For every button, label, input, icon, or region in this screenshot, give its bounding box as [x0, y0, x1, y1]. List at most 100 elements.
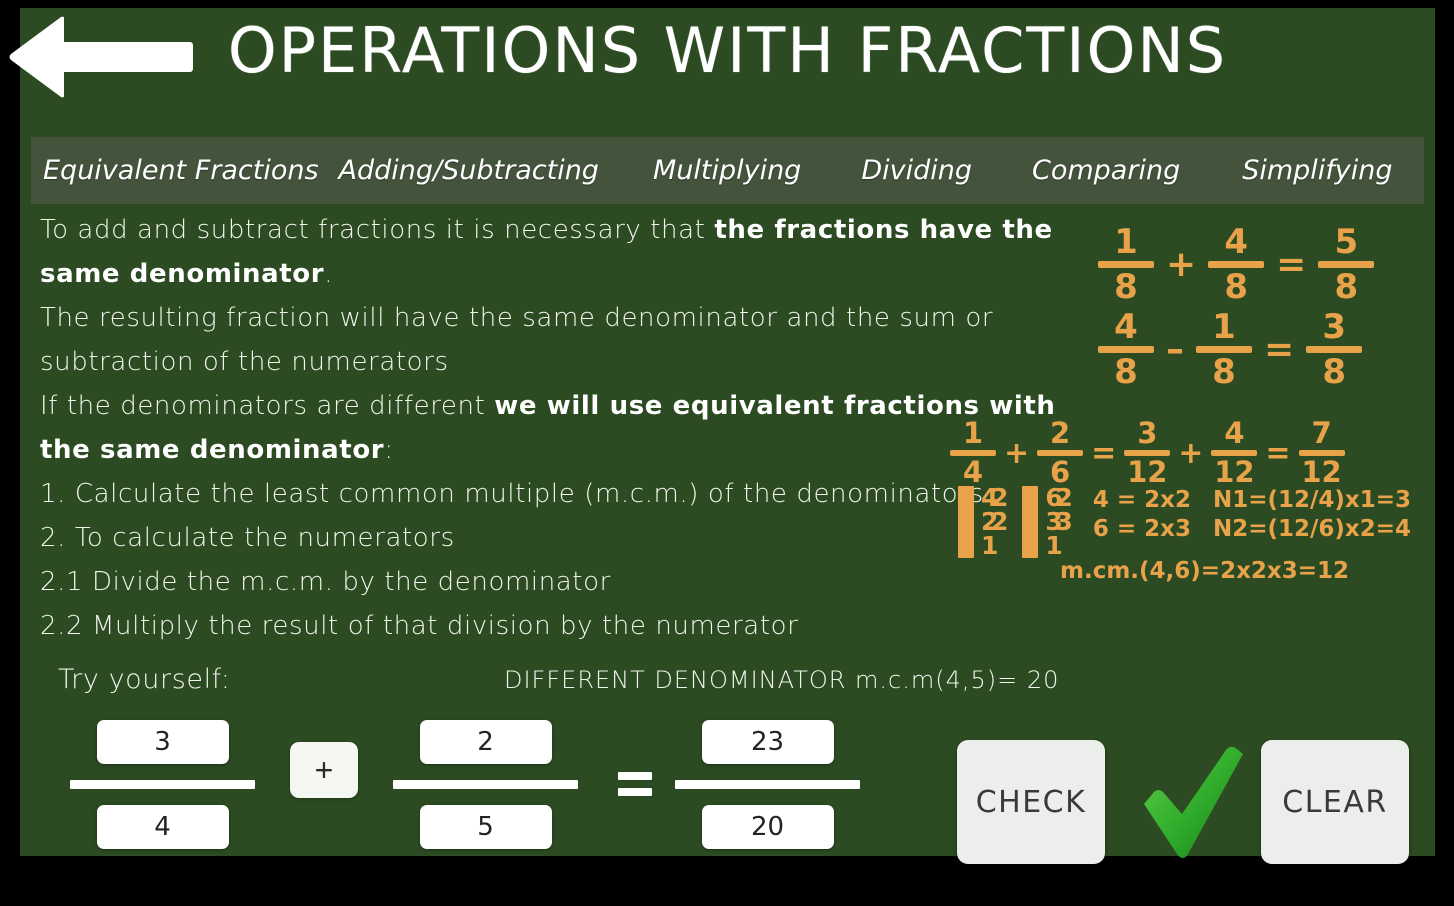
lesson-text: To add and subtract fractions it is nece…: [40, 208, 1090, 648]
equals-operator-2: =: [1265, 435, 1291, 471]
denominator: 8: [1224, 267, 1248, 307]
numerator: 4: [1224, 222, 1248, 262]
numerator: 5: [1334, 222, 1359, 262]
denominator: 12: [1127, 455, 1168, 489]
numerator: 1: [962, 416, 984, 450]
factor-of-4: 4 = 2x2: [1092, 487, 1191, 513]
tab-adding-subtracting[interactable]: Adding/Subtracting: [337, 151, 601, 190]
tab-simplifying[interactable]: Simplifying: [1240, 151, 1394, 190]
lesson-line-3-end: :: [384, 435, 394, 465]
header: OPERATIONS WITH FRACTIONS: [9, 8, 1435, 136]
example-subtraction-row: 4 8 – 1 8 = 3 8: [1098, 307, 1448, 392]
denominator-input-1[interactable]: [96, 805, 229, 849]
tab-dividing[interactable]: Dividing: [859, 151, 974, 190]
tab-comparing[interactable]: Comparing: [1030, 151, 1182, 190]
fraction-3-8: 3 8: [1306, 307, 1363, 392]
equals-bar-top: [618, 772, 652, 780]
factor-of-6: 6 = 2x3: [1092, 516, 1191, 542]
numerator-formulas: N1=(12/4)x1=3 N2=(12/6)x2=4: [1213, 486, 1411, 544]
numerator: 2: [1050, 416, 1071, 450]
numerator-input-1[interactable]: [96, 720, 229, 764]
numerator: 4: [1224, 416, 1245, 450]
factorization-work: 4 2 2 2 1 6 2 3 3 1 4 = 2x2 6 = 2x3 N1=(…: [958, 485, 1411, 558]
factor-expressions: 4 = 2x2 6 = 2x3: [1093, 486, 1191, 544]
example-addition-row: 1 8 + 4 8 = 5 8: [1098, 222, 1448, 307]
denominator: 8: [1114, 267, 1138, 307]
numerator-input-2[interactable]: [419, 720, 552, 764]
fraction-7-12: 7 12: [1298, 416, 1345, 489]
fraction-bar: [675, 780, 860, 789]
page-title: OPERATIONS WITH FRACTIONS: [227, 14, 1228, 87]
fraction-2-6: 2 6: [1037, 416, 1084, 489]
equals-sign-icon: [618, 772, 652, 804]
denominator-input-2[interactable]: [419, 805, 552, 849]
ladder-cell: [991, 534, 1008, 558]
chalkboard: OPERATIONS WITH FRACTIONS Equivalent Fra…: [9, 8, 1435, 864]
lesson-line-1: To add and subtract fractions it is nece…: [40, 208, 1090, 296]
lesson-line-3-plain: If the denominators are different: [40, 391, 495, 421]
numerator: 3: [1322, 307, 1346, 347]
factor-ladder-4: 4 2 2 2 1: [958, 485, 1008, 558]
lesson-step-1: 1. Calculate the least common multiple (…: [40, 479, 993, 509]
operator-button-plus[interactable]: +: [290, 742, 358, 798]
tab-multiplying[interactable]: Multiplying: [651, 151, 803, 190]
fraction-input-1: [70, 720, 255, 849]
numerator-input-result[interactable]: [701, 720, 834, 764]
lesson-line-1-end: .: [324, 259, 334, 289]
screen-frame: OPERATIONS WITH FRACTIONS Equivalent Fra…: [0, 0, 1454, 906]
plus-operator: +: [1004, 435, 1030, 471]
denominator-input-result[interactable]: [701, 805, 834, 849]
lesson-step-2-1: 2.1 Divide the m.c.m. by the denominator: [40, 567, 611, 597]
denominator: 8: [1212, 352, 1236, 392]
equals-operator-1: =: [1091, 435, 1117, 471]
lesson-step-2-2: 2.2 Multiply the result of that division…: [40, 611, 799, 641]
example-different-denominator: 1 4 + 2 6 = 3 12 + 4 12 = 7 12: [950, 416, 1450, 489]
try-yourself-label: Try yourself:: [58, 664, 231, 695]
check-button[interactable]: CHECK: [957, 740, 1105, 864]
ladder-cell: [1055, 534, 1072, 558]
numerator: 1: [1212, 307, 1236, 347]
correct-checkmark-icon: [1144, 746, 1243, 858]
lesson-line-1-plain: To add and subtract fractions it is nece…: [40, 215, 715, 245]
example-same-denominator: 1 8 + 4 8 = 5 8 4 8 – 1 8 = 3 8: [1098, 222, 1448, 396]
numerator: 7: [1311, 416, 1332, 450]
plus-operator: +: [1166, 244, 1197, 285]
formula-n2: N2=(12/6)x2=4: [1212, 516, 1412, 542]
mcm-result: m.cm.(4,6)=2x2x3=12: [1060, 558, 1350, 584]
fraction-5-8: 5 8: [1318, 222, 1375, 307]
numerator: 3: [1137, 416, 1158, 450]
lesson-line-2: The resulting fraction will have the sam…: [40, 303, 994, 377]
fraction-4-12: 4 12: [1211, 416, 1258, 489]
fraction-3-12: 3 12: [1124, 416, 1171, 489]
practice-exercise: + CHECK: [60, 714, 1440, 874]
tab-equivalent-fractions[interactable]: Equivalent Fractions: [41, 151, 321, 190]
ladder-divider: [1022, 486, 1039, 558]
plus-operator-2: +: [1178, 435, 1204, 471]
denominator: 6: [1050, 455, 1071, 489]
fraction-bar: [70, 780, 255, 789]
denominator: 8: [1322, 352, 1346, 392]
denominator: 12: [1301, 455, 1342, 489]
fraction-input-result: [675, 720, 860, 849]
denominator: 8: [1114, 352, 1138, 392]
fraction-4-8: 4 8: [1208, 222, 1265, 307]
fraction-1-4: 1 4: [950, 416, 996, 489]
factor-ladder-6: 6 2 3 3 1: [1022, 485, 1073, 558]
clear-button[interactable]: CLEAR: [1261, 740, 1409, 864]
denominator: 12: [1214, 455, 1255, 489]
fraction-4-8b: 4 8: [1098, 310, 1154, 392]
fraction-input-2: [393, 720, 578, 849]
minus-operator: –: [1166, 329, 1184, 370]
equals-bar-bottom: [618, 788, 652, 796]
fraction-bar: [393, 780, 578, 789]
example-equivalent-row: 1 4 + 2 6 = 3 12 + 4 12 = 7 12: [950, 416, 1450, 489]
tab-bar: Equivalent Fractions Adding/Subtracting …: [31, 137, 1424, 204]
lesson-step-2: 2. To calculate the numerators: [40, 523, 455, 553]
fraction-1-8: 1 8: [1098, 222, 1154, 307]
denominator: 4: [962, 455, 984, 489]
denominator: 8: [1334, 267, 1359, 307]
fraction-1-8b: 1 8: [1196, 307, 1252, 392]
lesson-line-3: If the denominators are different we wil…: [40, 384, 1090, 472]
numerator: 1: [1114, 222, 1138, 262]
equals-operator: =: [1276, 244, 1307, 285]
